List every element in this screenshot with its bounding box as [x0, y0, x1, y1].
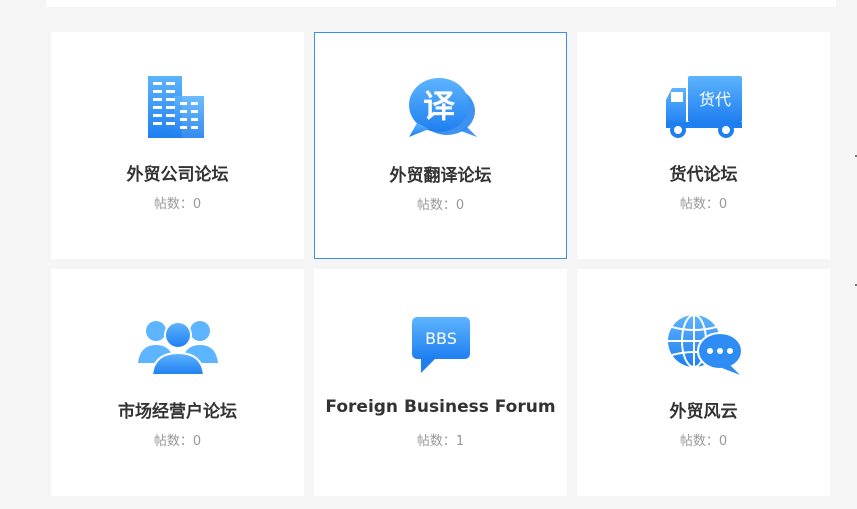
forum-card-foreign-business[interactable]: BBS Foreign Business Forum 帖数：1: [314, 269, 567, 496]
forum-title[interactable]: 货代论坛: [577, 160, 830, 185]
forum-title[interactable]: 外贸翻译论坛: [315, 161, 566, 186]
forum-title[interactable]: Foreign Business Forum: [314, 397, 567, 417]
top-panel-edge: [46, 0, 836, 7]
delivery-truck-icon: 货代: [664, 74, 744, 140]
post-count: 帖数：0: [679, 434, 728, 449]
forum-card-market-operators[interactable]: 市场经营户论坛 帖数：0: [51, 269, 304, 496]
forum-card-trade-company[interactable]: 外贸公司论坛 帖数：0: [51, 32, 304, 259]
post-count: 帖数：1: [416, 434, 465, 449]
bbs-bubble-icon: BBS: [401, 311, 481, 377]
icon-glyph: BBS: [425, 329, 457, 348]
forum-title[interactable]: 外贸风云: [577, 397, 830, 422]
forum-card-freight[interactable]: 货代 货代论坛 帖数：0: [577, 32, 830, 259]
icon-glyph: 译: [422, 87, 455, 125]
building-icon: [138, 74, 218, 140]
globe-chat-icon: [664, 311, 744, 377]
forum-card-trade-translation[interactable]: 译 外贸翻译论坛 帖数：0: [314, 32, 567, 259]
forum-board-page: 外贸公司论坛 帖数：0 译 外贸翻译论坛 帖数：0 货代 货代论坛 帖数：0 市…: [0, 0, 857, 509]
post-count: 帖数：0: [679, 197, 728, 212]
forum-title[interactable]: 市场经营户论坛: [51, 397, 304, 422]
user-group-icon: [137, 311, 218, 377]
icon-glyph: 货代: [698, 90, 730, 109]
forum-title[interactable]: 外贸公司论坛: [51, 160, 304, 185]
forum-card-trade-news[interactable]: 外贸风云 帖数：0: [577, 269, 830, 496]
post-count: 帖数：0: [416, 198, 465, 213]
post-count: 帖数：0: [153, 197, 202, 212]
translate-bubble-icon: 译: [401, 75, 481, 141]
post-count: 帖数：0: [153, 434, 202, 449]
